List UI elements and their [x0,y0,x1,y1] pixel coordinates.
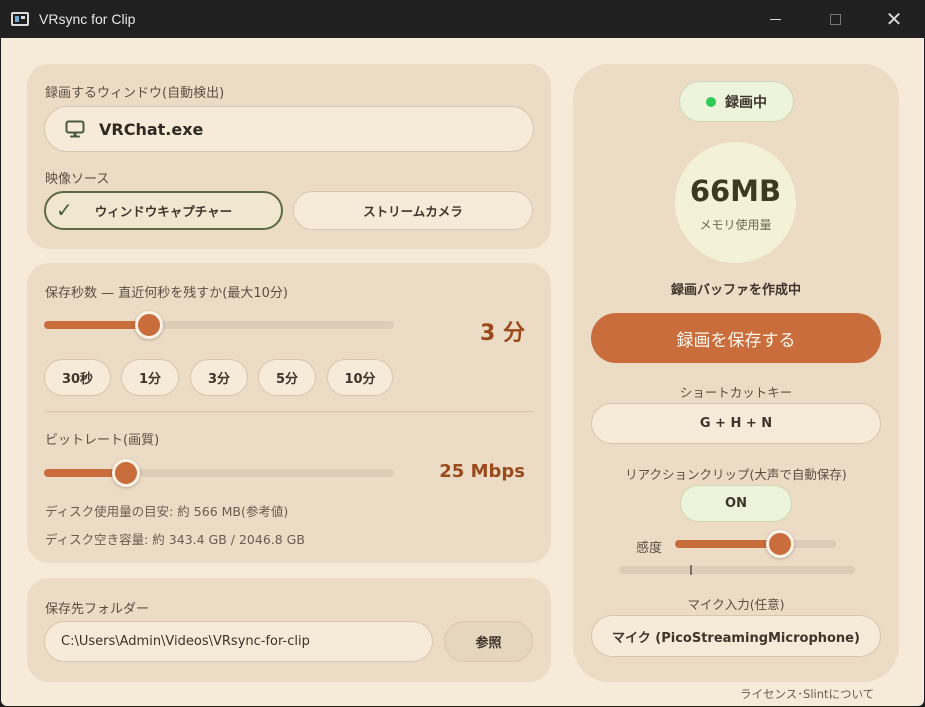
audio-level-meter [619,565,855,575]
folder-path-field[interactable]: C:\Users\Admin\Videos\VRsync-for-clip [44,621,433,662]
recording-status-text: 録画中 [725,94,767,111]
bitrate-slider-thumb[interactable] [112,459,140,487]
preset-3m-label: 3分 [207,372,231,387]
check-icon: ✓ [56,198,73,222]
folder-card: 保存先フォルダー C:\Users\Admin\Videos\VRsync-fo… [27,578,551,682]
divider [44,411,534,412]
bitrate-slider[interactable] [44,459,394,487]
minimize-button[interactable] [752,0,798,38]
folder-path-value: C:\Users\Admin\Videos\VRsync-for-clip [61,634,310,649]
source-window-capture-button[interactable]: ✓ ウィンドウキャプチャー [44,191,283,230]
window-title: VRsync for Clip [39,11,136,27]
sensitivity-slider[interactable] [675,530,836,558]
preset-30s-label: 30秒 [61,372,94,387]
title-bar: VRsync for Clip ✕ [0,0,925,38]
shortcut-label: ショートカットキー [679,385,793,400]
preset-10m-label: 10分 [344,372,376,387]
retention-value: 3 分 [480,321,525,346]
shortcut-value: G + H + N [699,416,773,431]
maximize-icon [829,13,841,25]
preset-10m-button[interactable]: 10分 [327,359,393,396]
browse-button[interactable]: 参照 [444,621,533,662]
sensitivity-slider-thumb[interactable] [766,530,794,558]
capture-card: 録画するウィンドウ(自動検出) VRChat.exe 映像ソース ✓ ウィンドウ… [27,64,551,249]
recording-indicator-icon [706,96,716,107]
capture-window-field[interactable]: VRChat.exe [44,106,534,152]
source-window-capture-label: ウィンドウキャプチャー [94,204,233,219]
app-client-area: 録画するウィンドウ(自動検出) VRChat.exe 映像ソース ✓ ウィンドウ… [1,38,924,706]
memory-value: 66MB [689,174,782,208]
retention-label: 保存秒数 — 直近何秒を残すか(最大10分) [45,286,288,301]
mic-label: マイク入力(任意) [687,597,785,612]
settings-card: 保存秒数 — 直近何秒を残すか(最大10分) 3 分 30秒 1分 3分 5分 … [27,263,551,563]
retention-slider-thumb[interactable] [135,311,163,339]
preset-3m-button[interactable]: 3分 [190,359,248,396]
video-source-label: 映像ソース [45,172,110,187]
save-recording-label: 録画を保存する [676,330,796,351]
retention-slider[interactable] [44,311,394,339]
monitor-icon [65,120,85,138]
reaction-toggle-label: ON [725,496,747,511]
reaction-clip-label: リアクションクリップ(大声で自動保存) [625,467,847,482]
preset-1m-button[interactable]: 1分 [121,359,179,396]
disk-free-text: ディスク空き容量: 約 343.4 GB / 2046.8 GB [45,532,305,547]
disk-estimate-text: ディスク使用量の目安: 約 566 MB(参考値) [45,504,289,519]
source-stream-camera-button[interactable]: ストリームカメラ [293,191,533,230]
maximize-button[interactable] [812,0,858,38]
preset-30s-button[interactable]: 30秒 [44,359,111,396]
folder-label: 保存先フォルダー [45,602,150,617]
preset-5m-button[interactable]: 5分 [258,359,316,396]
bitrate-value: 25 Mbps [439,461,525,482]
memory-label: メモリ使用量 [699,218,772,232]
browse-label: 参照 [475,636,502,651]
capture-window-label: 録画するウィンドウ(自動検出) [45,86,225,101]
app-icon [11,12,29,26]
sensitivity-slider-fill [675,540,780,548]
recording-status-badge: 録画中 [679,81,794,122]
sensitivity-label: 感度 [636,541,663,556]
source-stream-camera-label: ストリームカメラ [363,204,463,219]
retention-slider-fill [44,321,149,329]
mic-value: マイク (PicoStreamingMicrophone) [612,630,860,646]
reaction-toggle-button[interactable]: ON [680,485,792,522]
close-button[interactable]: ✕ [871,0,917,38]
buffer-status-text: 録画バッファを作成中 [670,283,801,298]
preset-5m-label: 5分 [275,372,299,387]
minimize-icon [769,18,781,20]
bitrate-label: ビットレート(画質) [45,433,160,448]
capture-window-value: VRChat.exe [99,119,204,139]
license-link[interactable]: ライセンス･Slintについて [740,686,874,702]
status-panel: 録画中 66MB メモリ使用量 録画バッファを作成中 録画を保存する ショートカ… [573,64,899,682]
shortcut-field[interactable]: G + H + N [591,403,881,444]
preset-1m-label: 1分 [138,372,162,387]
memory-circle: 66MB メモリ使用量 [675,142,796,263]
save-recording-button[interactable]: 録画を保存する [591,313,881,363]
mic-select[interactable]: マイク (PicoStreamingMicrophone) [591,615,881,657]
audio-level-marker [690,565,692,575]
